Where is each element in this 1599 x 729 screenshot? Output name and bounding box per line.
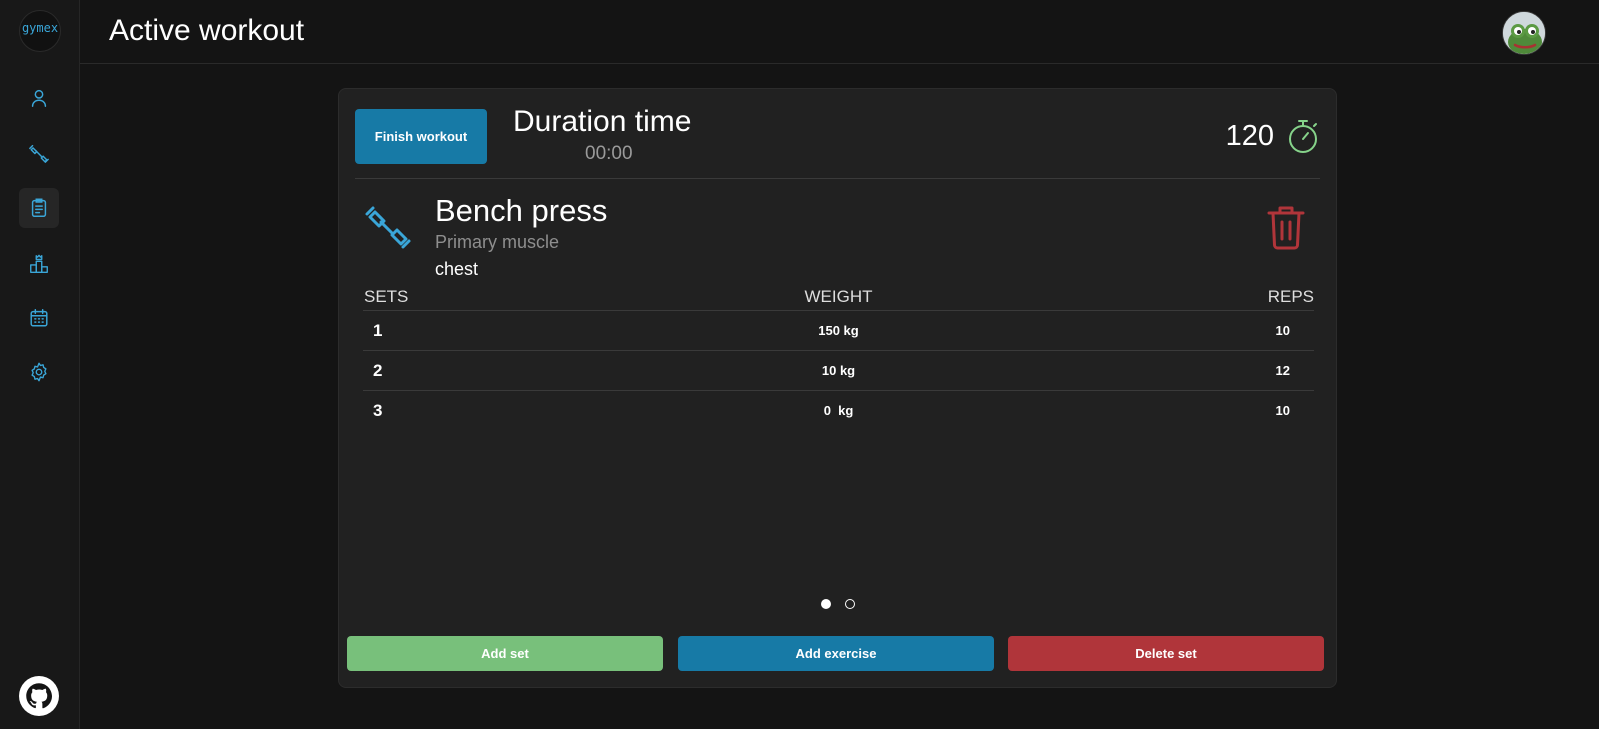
avatar-frog-icon bbox=[1503, 12, 1545, 54]
set-weight[interactable]: 10 kg bbox=[363, 363, 1314, 378]
column-header-reps: REPS bbox=[1267, 287, 1314, 306]
exercise-name: Bench press bbox=[435, 193, 608, 228]
sidebar-item-profile[interactable] bbox=[19, 78, 59, 118]
podium-icon bbox=[30, 254, 48, 273]
table-header: SETS WEIGHT REPS bbox=[363, 285, 1314, 311]
top-header: Active workout bbox=[80, 0, 1599, 64]
sidebar-item-exercises[interactable] bbox=[19, 133, 59, 173]
sets-table: SETS WEIGHT REPS 1 150 kg 10 2 10 kg 12 … bbox=[363, 285, 1314, 431]
set-weight[interactable]: 0 kg bbox=[363, 403, 1314, 418]
header-divider bbox=[355, 178, 1320, 179]
duration-title: Duration time bbox=[513, 105, 692, 138]
set-weight[interactable]: 150 kg bbox=[363, 323, 1314, 338]
github-link[interactable] bbox=[19, 676, 59, 716]
app-logo[interactable]: gymex bbox=[19, 10, 61, 52]
trash-icon[interactable] bbox=[1266, 204, 1306, 250]
sidebar: gymex bbox=[0, 0, 80, 729]
dumbbell-icon bbox=[29, 144, 49, 163]
rest-timer-value: 120 bbox=[1225, 120, 1274, 152]
table-row[interactable]: 1 150 kg 10 bbox=[363, 311, 1314, 351]
dumbbell-icon bbox=[365, 206, 411, 249]
sidebar-item-active-workout[interactable] bbox=[19, 188, 59, 228]
add-exercise-button[interactable]: Add exercise bbox=[678, 636, 994, 671]
github-icon bbox=[26, 683, 52, 709]
primary-muscle-value: chest bbox=[435, 259, 479, 279]
page-title: Active workout bbox=[109, 14, 305, 47]
clipboard-icon bbox=[31, 198, 47, 217]
finish-workout-button[interactable]: Finish workout bbox=[355, 109, 487, 164]
set-reps[interactable]: 12 bbox=[1276, 363, 1290, 378]
sidebar-item-settings[interactable] bbox=[19, 352, 59, 392]
sidebar-item-ranking[interactable] bbox=[19, 244, 59, 284]
logo-text: gymex bbox=[21, 21, 59, 35]
pagination-dot-1[interactable] bbox=[820, 599, 831, 609]
calendar-icon bbox=[30, 309, 48, 327]
set-reps[interactable]: 10 bbox=[1276, 323, 1290, 338]
stopwatch-icon[interactable] bbox=[1286, 118, 1320, 154]
table-row[interactable]: 3 0 kg 10 bbox=[363, 391, 1314, 431]
add-set-button[interactable]: Add set bbox=[347, 636, 663, 671]
column-header-weight: WEIGHT bbox=[804, 287, 873, 306]
user-icon bbox=[31, 89, 47, 107]
avatar[interactable] bbox=[1502, 11, 1546, 55]
primary-muscle-label: Primary muscle bbox=[435, 232, 560, 252]
sidebar-item-calendar[interactable] bbox=[19, 298, 59, 338]
set-reps[interactable]: 10 bbox=[1276, 403, 1290, 418]
gear-icon bbox=[31, 362, 47, 382]
workout-card: Finish workout Duration time 00:00 120 B… bbox=[338, 88, 1337, 688]
delete-set-button[interactable]: Delete set bbox=[1008, 636, 1324, 671]
table-row[interactable]: 2 10 kg 12 bbox=[363, 351, 1314, 391]
pagination-dots bbox=[339, 599, 1336, 609]
pagination-dot-2[interactable] bbox=[844, 599, 855, 609]
duration-value: 00:00 bbox=[585, 143, 633, 164]
